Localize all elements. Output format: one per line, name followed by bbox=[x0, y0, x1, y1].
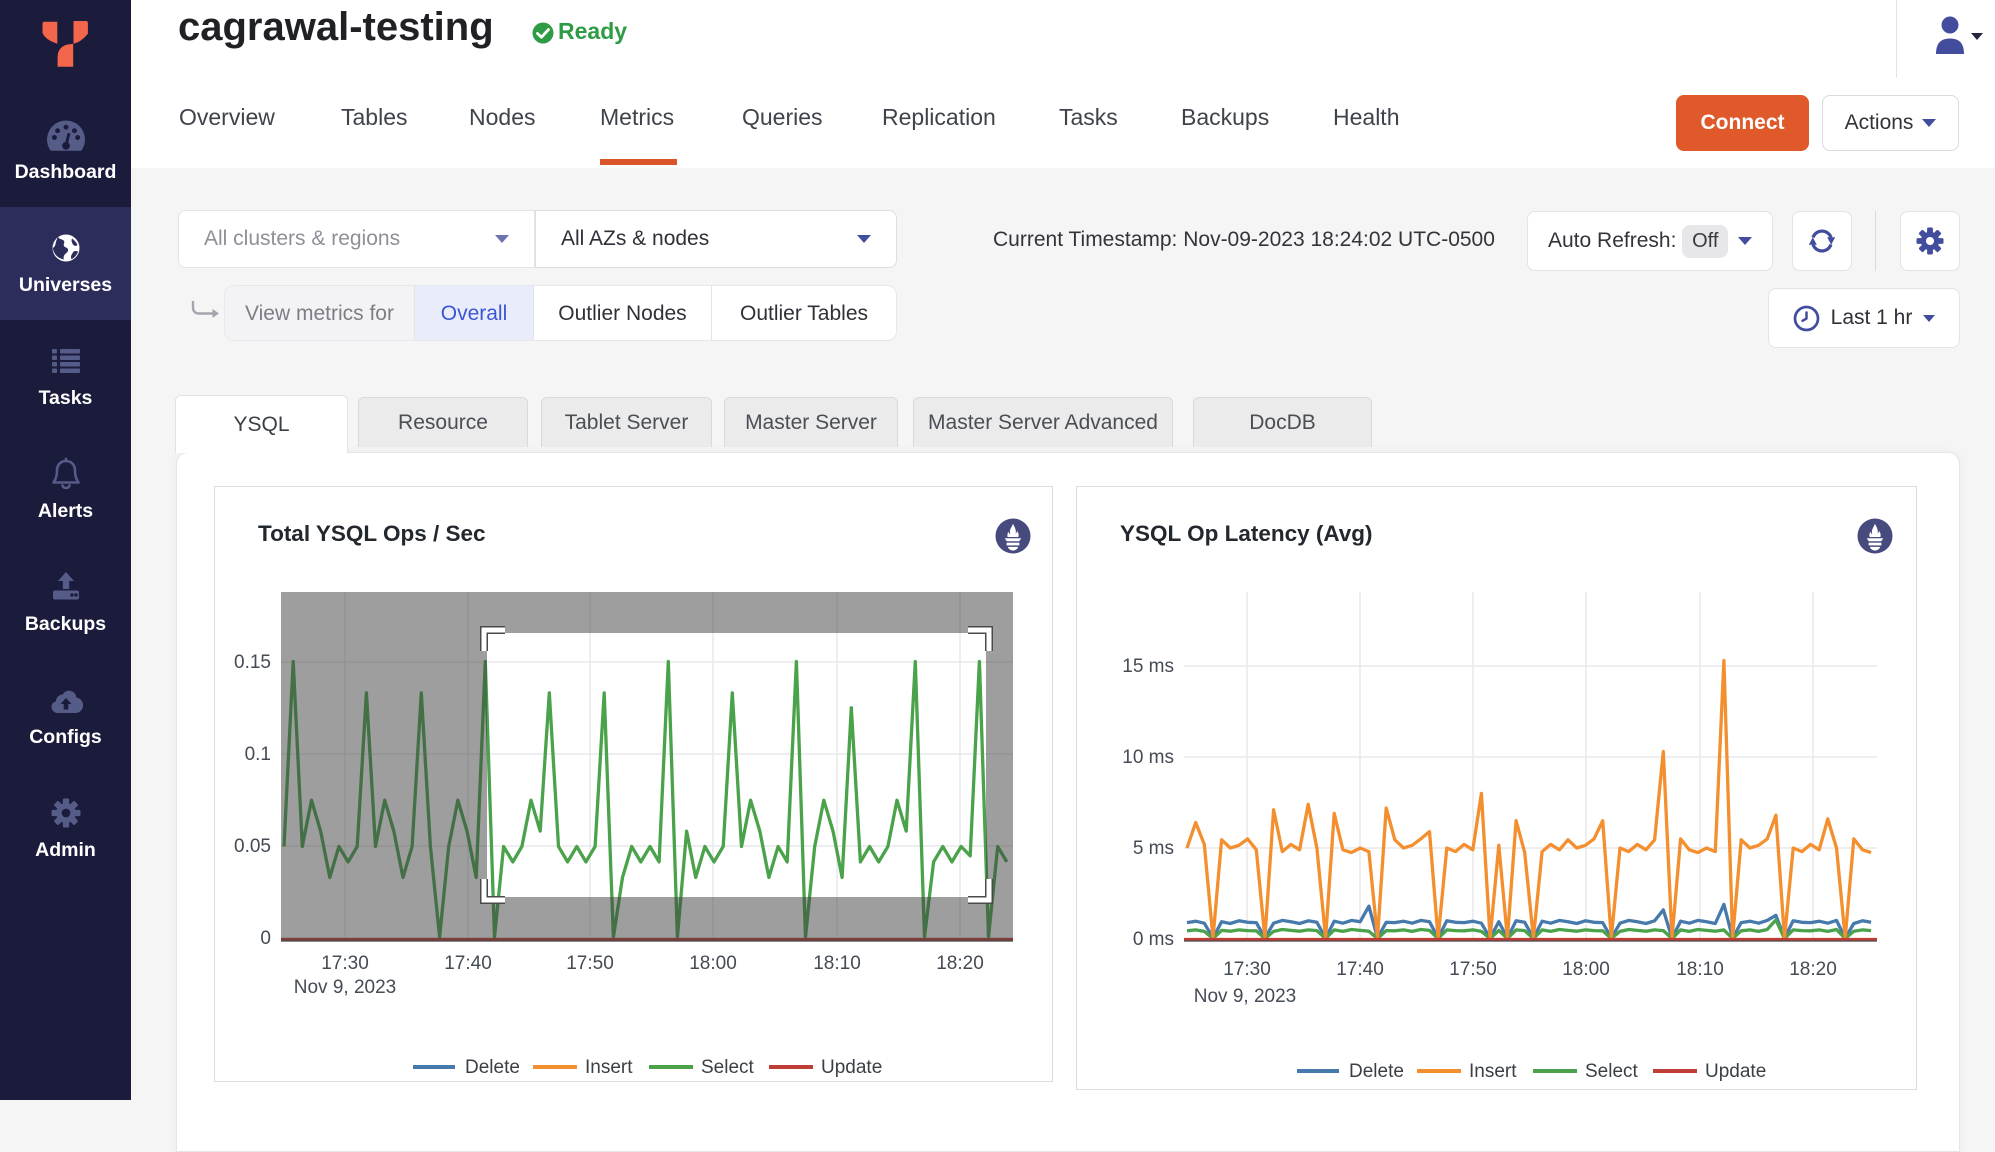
svg-text:18:20: 18:20 bbox=[936, 953, 984, 974]
svg-text:Update: Update bbox=[821, 1057, 882, 1078]
svg-text:0.15: 0.15 bbox=[234, 652, 271, 673]
svg-text:17:40: 17:40 bbox=[1336, 959, 1384, 980]
svg-text:Select: Select bbox=[1585, 1061, 1639, 1082]
svg-text:18:10: 18:10 bbox=[1676, 959, 1724, 980]
svg-text:0: 0 bbox=[260, 928, 271, 949]
svg-text:5 ms: 5 ms bbox=[1133, 838, 1174, 859]
svg-text:Update: Update bbox=[1705, 1061, 1766, 1082]
svg-text:17:30: 17:30 bbox=[321, 953, 369, 974]
svg-text:Insert: Insert bbox=[1469, 1061, 1517, 1082]
svg-text:17:40: 17:40 bbox=[444, 953, 492, 974]
svg-text:17:50: 17:50 bbox=[1449, 959, 1497, 980]
svg-text:Delete: Delete bbox=[465, 1057, 520, 1078]
svg-text:0 ms: 0 ms bbox=[1133, 929, 1174, 950]
svg-text:Insert: Insert bbox=[585, 1057, 633, 1078]
svg-text:18:00: 18:00 bbox=[689, 953, 737, 974]
svg-text:0.05: 0.05 bbox=[234, 836, 271, 857]
svg-text:10 ms: 10 ms bbox=[1122, 747, 1174, 768]
svg-text:18:00: 18:00 bbox=[1562, 959, 1610, 980]
svg-text:Select: Select bbox=[701, 1057, 755, 1078]
svg-text:18:20: 18:20 bbox=[1789, 959, 1837, 980]
svg-text:Delete: Delete bbox=[1349, 1061, 1404, 1082]
svg-text:15 ms: 15 ms bbox=[1122, 656, 1174, 677]
svg-text:17:30: 17:30 bbox=[1223, 959, 1271, 980]
svg-text:Nov 9, 2023: Nov 9, 2023 bbox=[294, 977, 396, 998]
svg-text:YSQL Op Latency (Avg): YSQL Op Latency (Avg) bbox=[1120, 521, 1373, 546]
svg-text:0.1: 0.1 bbox=[245, 744, 271, 765]
svg-text:18:10: 18:10 bbox=[813, 953, 861, 974]
svg-text:17:50: 17:50 bbox=[566, 953, 614, 974]
svg-text:Nov 9, 2023: Nov 9, 2023 bbox=[1194, 986, 1296, 1007]
svg-text:Total YSQL Ops / Sec: Total YSQL Ops / Sec bbox=[258, 521, 486, 546]
